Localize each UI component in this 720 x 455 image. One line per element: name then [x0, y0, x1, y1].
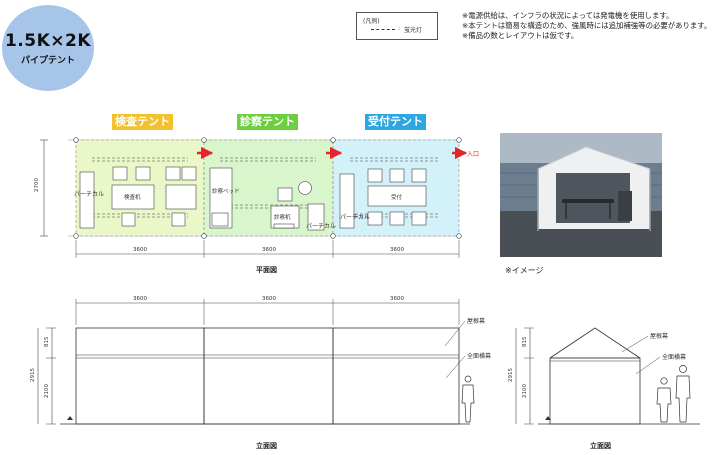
front-person-icon — [461, 375, 475, 423]
side-roof-label: 屋根幕 — [650, 332, 668, 340]
front-bay-3 — [332, 327, 460, 425]
label-exam-desk: 検査机 — [124, 193, 141, 201]
plan-view: パーチカル 検査机 診察ベッド 診察机 パーチカル パーチカル 受付 入口 27… — [34, 137, 479, 274]
dim-width-1: 3600 — [133, 247, 147, 253]
side-elevation: 815 2915 2100 屋根幕 全面横幕 立面図 — [508, 327, 700, 450]
front-dim-3: 3600 — [390, 296, 404, 302]
side-roof — [549, 327, 641, 359]
dim-width-2: 3600 — [262, 247, 276, 253]
consult-round-table — [298, 181, 312, 195]
front-roof-leader — [444, 320, 466, 347]
front-dim-2: 3600 — [262, 296, 276, 302]
front-dim-roof: 815 — [44, 336, 50, 347]
front-dim-total: 2915 — [30, 368, 36, 382]
front-elevation: 3600 3600 3600 815 2915 2100 屋根幕 全面横幕 立面… — [30, 296, 491, 450]
front-bay-1 — [75, 327, 205, 425]
front-dim-1: 3600 — [133, 296, 147, 302]
dim-width-3: 3600 — [390, 247, 404, 253]
label-reception: 受付 — [391, 193, 403, 201]
front-origin-mark — [67, 416, 73, 420]
label-exam-bed: 診察ベッド — [212, 187, 240, 195]
label-entrance: 入口 — [467, 151, 479, 158]
side-wall — [549, 357, 641, 425]
plan-caption: 平面図 — [256, 265, 277, 274]
front-bay-2 — [203, 327, 334, 425]
front-dim-wall: 2100 — [44, 384, 50, 398]
label-partition-right: パーチカル — [340, 214, 370, 221]
side-side-leader — [635, 356, 661, 375]
photo-caption: ※イメージ — [505, 266, 544, 275]
front-caption: 立面図 — [256, 441, 277, 450]
side-caption: 立面図 — [590, 441, 611, 450]
label-partition-mid: パーチカル — [306, 223, 336, 230]
dim-depth: 2700 — [34, 178, 40, 192]
label-consult-desk: 診察机 — [274, 213, 291, 221]
front-side-label: 全面横幕 — [467, 352, 491, 360]
side-dim-wall: 2100 — [522, 384, 528, 398]
tent-photo-illustration — [500, 133, 662, 257]
side-side-label: 全面横幕 — [662, 353, 686, 361]
front-roof-label: 屋根幕 — [467, 317, 485, 325]
front-side-leader — [445, 355, 466, 379]
tent-image — [500, 133, 662, 257]
side-dim-roof: 815 — [522, 336, 528, 347]
side-dim-total: 2915 — [508, 368, 514, 382]
label-partition-left: パーチカル — [74, 191, 104, 198]
side-roof-leader — [621, 335, 649, 353]
side-people-icon — [656, 365, 691, 423]
